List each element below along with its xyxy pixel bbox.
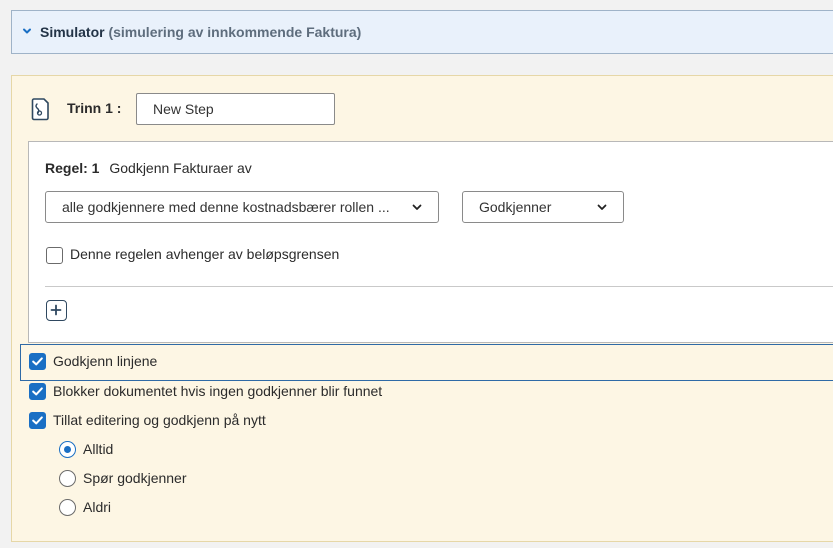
radio-never-label: Aldri: [83, 499, 112, 515]
checkmark-icon: [32, 387, 43, 396]
simulator-subtitle: (simulering av innkommende Faktura): [108, 24, 362, 40]
chevron-down-icon: [597, 204, 607, 210]
rule-number: Regel: 1: [45, 160, 100, 176]
allow-edit-label: Tillat editering og godkjenn på nytt: [53, 412, 266, 428]
plus-icon: [50, 304, 62, 316]
amount-limit-label: Denne regelen avhenger av beløpsgrensen: [70, 246, 340, 262]
rule-divider: [45, 286, 833, 287]
add-rule-button[interactable]: [46, 300, 67, 321]
allow-edit-checkbox[interactable]: [29, 412, 46, 429]
block-document-checkbox[interactable]: [29, 383, 46, 400]
step-name-input[interactable]: [136, 93, 335, 125]
checkmark-icon: [32, 416, 43, 425]
chevron-down-icon[interactable]: [21, 25, 33, 37]
radio-ask-approver-label: Spør godkjenner: [83, 470, 187, 486]
amount-limit-checkbox[interactable]: [46, 247, 63, 264]
simulator-title-text: Simulator: [40, 24, 105, 40]
rule-header: Regel: 1 Godkjenn Fakturaer av: [45, 160, 252, 176]
step-label: Trinn 1 :: [67, 100, 122, 116]
radio-always-label: Alltid: [83, 441, 114, 457]
approver-select[interactable]: alle godkjennere med denne kostnadsbærer…: [45, 191, 439, 223]
role-select[interactable]: Godkjenner: [462, 191, 624, 223]
role-select-value: Godkjenner: [479, 199, 552, 215]
approve-lines-checkbox[interactable]: [29, 353, 46, 370]
approver-select-value: alle godkjennere med denne kostnadsbærer…: [62, 199, 390, 215]
radio-always[interactable]: [59, 441, 76, 458]
simulator-header[interactable]: Simulator (simulering av innkommende Fak…: [11, 10, 833, 54]
chevron-down-icon: [412, 204, 422, 210]
rule-description: Godkjenn Fakturaer av: [109, 160, 252, 176]
approve-lines-label: Godkjenn linjene: [53, 353, 158, 369]
document-icon: [31, 98, 49, 121]
radio-ask-approver[interactable]: [59, 470, 76, 487]
block-document-label: Blokker dokumentet hvis ingen godkjenner…: [53, 383, 383, 399]
radio-never[interactable]: [59, 499, 76, 516]
simulator-title: Simulator (simulering av innkommende Fak…: [40, 24, 361, 40]
checkmark-icon: [32, 357, 43, 366]
